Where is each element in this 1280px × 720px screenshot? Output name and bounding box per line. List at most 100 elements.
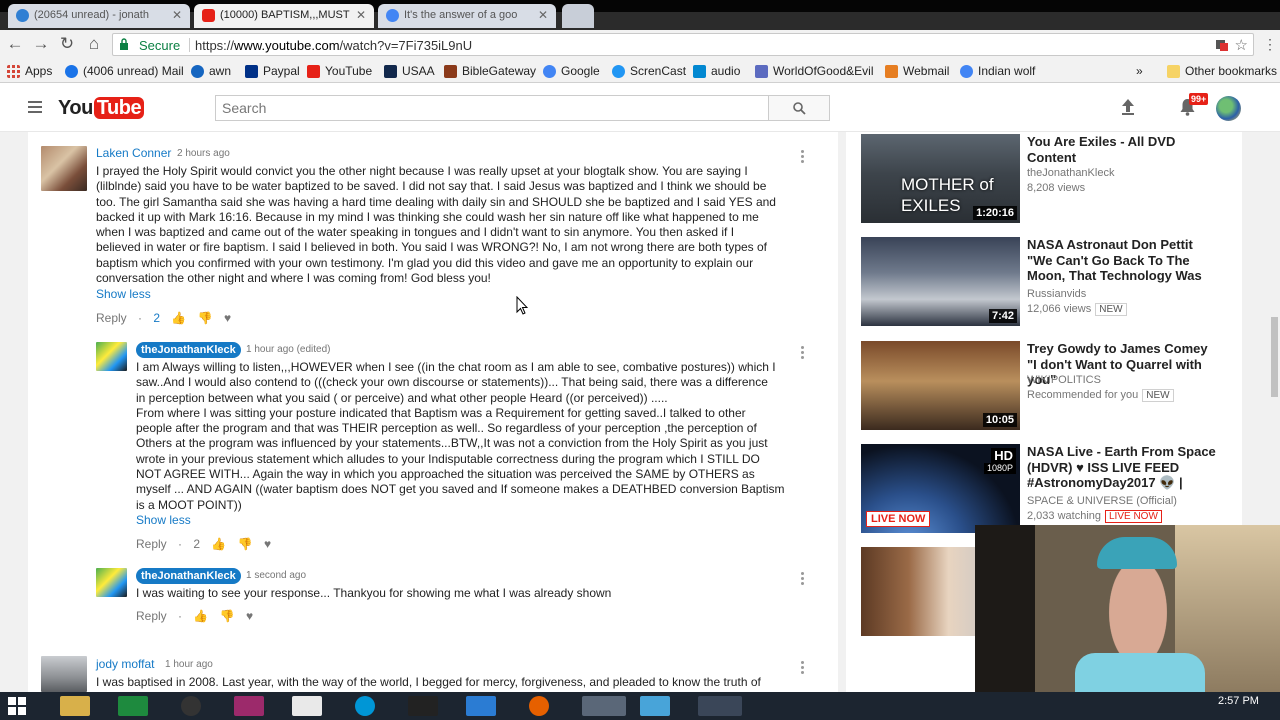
bookmark-worldofgoodevil[interactable]: WorldOfGood&Evil bbox=[755, 63, 873, 79]
comment-timestamp[interactable]: 1 second ago bbox=[246, 570, 306, 581]
avatar[interactable] bbox=[41, 146, 87, 191]
video-title[interactable]: You Are Exiles - All DVD Content bbox=[1027, 134, 1217, 165]
comment-timestamp[interactable]: 1 hour ago bbox=[165, 659, 213, 670]
bookmark-youtube[interactable]: YouTube bbox=[307, 63, 372, 79]
video-views: 12,066 views NEW bbox=[1027, 303, 1127, 316]
bookmark-apps[interactable]: Apps bbox=[7, 63, 52, 79]
video-thumbnail[interactable]: 10:05 bbox=[861, 341, 1020, 430]
bookmark-screncast[interactable]: ScrenCast bbox=[612, 63, 686, 79]
video-channel[interactable]: SPACE & UNIVERSE (Official) bbox=[1027, 495, 1177, 507]
close-icon[interactable]: ✕ bbox=[172, 4, 182, 26]
bookmark-usaa[interactable]: USAA bbox=[384, 63, 435, 79]
chrome-menu-icon[interactable]: ⋮ bbox=[1260, 34, 1280, 54]
search-input[interactable]: Search bbox=[215, 95, 769, 121]
windows-start-icon[interactable] bbox=[8, 697, 26, 715]
reply-button[interactable]: Reply bbox=[136, 609, 167, 623]
scrollbar-thumb[interactable] bbox=[1271, 317, 1278, 397]
bookmark-biblegateway[interactable]: BibleGateway bbox=[444, 63, 536, 79]
thumbs-down-icon[interactable]: 👎 bbox=[220, 609, 235, 623]
menu-icon[interactable] bbox=[28, 101, 42, 116]
related-video-item[interactable]: MOTHER of EXILES 1:20:16 You Are Exiles … bbox=[861, 134, 1221, 226]
home-icon[interactable]: ⌂ bbox=[84, 34, 104, 54]
star-bookmark-icon[interactable]: ☆ bbox=[1235, 34, 1248, 57]
show-less-link[interactable]: Show less bbox=[96, 287, 151, 301]
webmail-icon bbox=[885, 65, 898, 78]
comment-author[interactable]: jody moffat bbox=[96, 657, 154, 671]
search-button[interactable] bbox=[768, 95, 830, 121]
reload-icon[interactable]: ↻ bbox=[57, 34, 77, 54]
upload-icon[interactable] bbox=[1120, 98, 1136, 116]
app-icon[interactable] bbox=[698, 696, 742, 716]
thumbs-down-icon[interactable]: 👎 bbox=[238, 537, 253, 551]
excel-icon[interactable] bbox=[118, 696, 148, 716]
translate-icon[interactable] bbox=[1215, 38, 1229, 52]
close-icon[interactable]: ✕ bbox=[538, 4, 548, 26]
reply-button[interactable]: Reply bbox=[96, 311, 127, 325]
address-bar[interactable]: Secure https://www.youtube.com/watch?v=7… bbox=[112, 33, 1254, 56]
close-icon[interactable]: ✕ bbox=[356, 4, 366, 26]
forward-icon[interactable]: → bbox=[31, 34, 51, 54]
app-icon[interactable] bbox=[181, 696, 201, 716]
video-title[interactable]: NASA Astronaut Don Pettit "We Can't Go B… bbox=[1027, 237, 1217, 284]
bookmarks-overflow-icon[interactable]: » bbox=[1136, 63, 1143, 79]
comment-menu-icon[interactable] bbox=[801, 346, 804, 361]
comment-menu-icon[interactable] bbox=[801, 150, 804, 165]
app-icon[interactable] bbox=[292, 696, 322, 716]
live-now-badge: LIVE NOW bbox=[1105, 510, 1162, 523]
other-bookmarks[interactable]: Other bookmarks bbox=[1167, 63, 1277, 79]
heart-icon[interactable]: ♥ bbox=[246, 609, 253, 623]
thumbs-down-icon[interactable]: 👎 bbox=[198, 311, 213, 325]
tab-google[interactable]: It's the answer of a goo ✕ bbox=[378, 4, 556, 28]
video-title[interactable]: NASA Live - Earth From Space (HDVR) ♥ IS… bbox=[1027, 444, 1217, 491]
new-tab-button[interactable] bbox=[562, 4, 594, 28]
avatar[interactable] bbox=[41, 656, 87, 692]
bookmark-webmail[interactable]: Webmail bbox=[885, 63, 949, 79]
bookmark-awn[interactable]: awn bbox=[191, 63, 231, 79]
file-explorer-icon[interactable] bbox=[60, 696, 90, 716]
related-video-item[interactable]: 7:42 NASA Astronaut Don Pettit "We Can't… bbox=[861, 237, 1221, 329]
comment-timestamp[interactable]: 1 hour ago (edited) bbox=[246, 344, 331, 355]
thumbs-up-icon[interactable]: 👍 bbox=[193, 609, 208, 623]
video-thumbnail[interactable]: 7:42 bbox=[861, 237, 1020, 326]
video-channel[interactable]: WIKIPOLITICS bbox=[1027, 374, 1101, 386]
tab-mail[interactable]: (20654 unread) - jonath ✕ bbox=[8, 4, 190, 28]
reply-button[interactable]: Reply bbox=[136, 537, 167, 551]
back-icon[interactable]: ← bbox=[5, 34, 25, 54]
hp-icon[interactable] bbox=[355, 696, 375, 716]
comment-menu-icon[interactable] bbox=[801, 661, 804, 676]
comment-author-badge[interactable]: theJonathanKleck bbox=[136, 342, 241, 358]
youtube-logo[interactable]: You Tube bbox=[58, 95, 145, 121]
related-video-item[interactable]: 10:05 Trey Gowdy to James Comey "I don't… bbox=[861, 341, 1221, 433]
bookmark-paypal[interactable]: Paypal bbox=[245, 63, 300, 79]
avatar[interactable] bbox=[96, 342, 127, 371]
comment-timestamp[interactable]: 2 hours ago bbox=[177, 148, 230, 159]
bookmark-audio[interactable]: audio bbox=[693, 63, 740, 79]
usaa-icon bbox=[384, 65, 397, 78]
video-channel[interactable]: Russianvids bbox=[1027, 288, 1086, 300]
avatar[interactable] bbox=[96, 568, 127, 597]
thumbs-up-icon[interactable]: 👍 bbox=[211, 537, 226, 551]
amazon-icon[interactable] bbox=[408, 696, 438, 716]
chrome-taskbar-button[interactable] bbox=[582, 696, 626, 716]
bookmark-mail[interactable]: (4006 unread) Mail bbox=[65, 63, 184, 79]
video-thumbnail[interactable]: HD 1080P LIVE NOW bbox=[861, 444, 1020, 533]
bookmark-indian-wolf[interactable]: Indian wolf bbox=[960, 63, 1035, 79]
tab-youtube-active[interactable]: (10000) BAPTISM,,,MUST ✕ bbox=[194, 4, 374, 28]
bookmark-google[interactable]: Google bbox=[543, 63, 600, 79]
app-icon[interactable] bbox=[234, 696, 264, 716]
app-icon[interactable] bbox=[466, 696, 496, 716]
avatar[interactable] bbox=[1216, 96, 1241, 121]
video-thumbnail[interactable]: MOTHER of EXILES 1:20:16 bbox=[861, 134, 1020, 223]
thumbs-up-icon[interactable]: 👍 bbox=[171, 311, 186, 325]
show-less-link[interactable]: Show less bbox=[136, 513, 191, 527]
comment-author[interactable]: Laken Conner bbox=[96, 146, 171, 160]
heart-icon[interactable]: ♥ bbox=[224, 311, 231, 325]
firefox-icon[interactable] bbox=[529, 696, 549, 716]
comment-author-badge[interactable]: theJonathanKleck bbox=[136, 568, 241, 584]
related-video-item[interactable]: HD 1080P LIVE NOW NASA Live - Earth From… bbox=[861, 444, 1221, 536]
comment-menu-icon[interactable] bbox=[801, 572, 804, 587]
video-channel[interactable]: theJonathanKleck bbox=[1027, 167, 1114, 179]
bookmarks-bar: Apps (4006 unread) Mail awn Paypal YouTu… bbox=[0, 60, 1280, 83]
app-icon[interactable] bbox=[640, 696, 670, 716]
heart-icon[interactable]: ♥ bbox=[264, 537, 271, 551]
